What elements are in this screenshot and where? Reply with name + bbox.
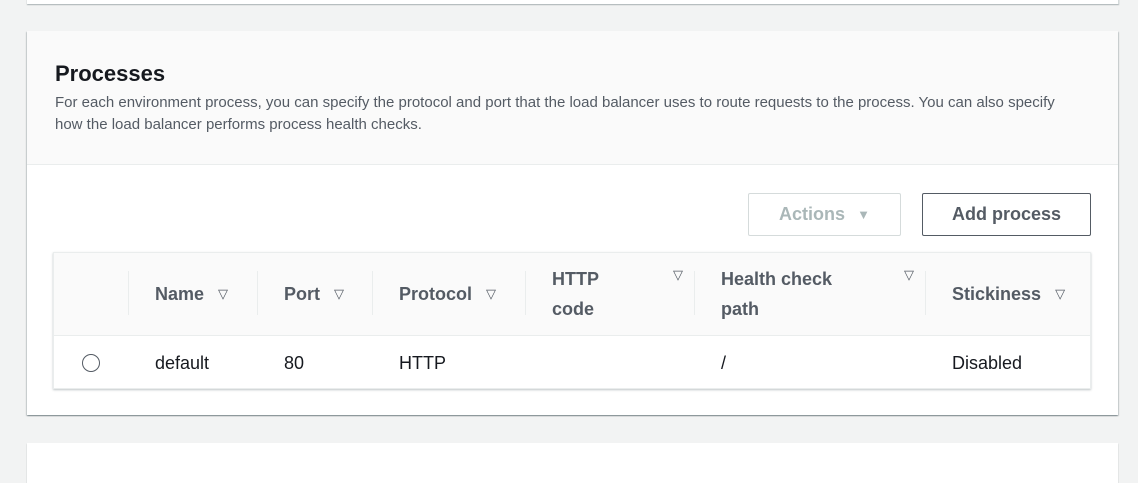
cell-protocol: HTTP (399, 352, 446, 373)
column-header-stickiness[interactable]: Stickiness ▽ (925, 253, 1090, 335)
column-header-label: HTTP code (552, 269, 599, 319)
panel-description: For each environment process, you can sp… (55, 94, 1055, 133)
column-header-label: Protocol (399, 284, 473, 304)
add-process-button[interactable]: Add process (922, 193, 1091, 236)
panel-header: Processes For each environment process, … (27, 31, 1118, 165)
column-header-health-check-path[interactable]: Health check path ▽ (694, 253, 925, 335)
column-header-protocol[interactable]: Protocol ▽ (372, 253, 525, 335)
column-header-label: Health check path (721, 269, 833, 319)
column-header-label: Port (284, 284, 320, 304)
next-section-card (27, 443, 1118, 483)
caret-down-icon: ▼ (857, 207, 870, 222)
add-process-label: Add process (951, 204, 1062, 224)
radio-unchecked-icon[interactable] (82, 354, 100, 372)
column-header-http-code[interactable]: HTTP code ▽ (525, 253, 694, 335)
table-header: Name ▽ Port ▽ Protocol ▽ HTTP code ▽ Hea (54, 253, 1090, 336)
column-header-label: Stickiness (952, 284, 1042, 304)
column-header-select (54, 253, 128, 335)
column-header-port[interactable]: Port ▽ (257, 253, 372, 335)
sort-triangle-down-icon[interactable]: ▽ (1055, 286, 1065, 302)
table-row[interactable]: default 80 HTTP / Disabled (54, 336, 1090, 390)
sort-triangle-down-icon[interactable]: ▽ (486, 286, 496, 302)
processes-panel: Processes For each environment process, … (27, 31, 1118, 415)
previous-section-card (27, 0, 1119, 4)
column-header-name[interactable]: Name ▽ (128, 253, 257, 335)
sort-triangle-down-icon[interactable]: ▽ (218, 286, 228, 302)
sort-triangle-down-icon[interactable]: ▽ (334, 286, 344, 302)
cell-stickiness: Disabled (952, 352, 1023, 373)
panel-title: Processes (55, 61, 166, 86)
cell-health-check-path: / (721, 352, 727, 373)
cell-name: default (155, 352, 210, 373)
row-select-cell (82, 336, 100, 390)
processes-table: Name ▽ Port ▽ Protocol ▽ HTTP code ▽ Hea (53, 252, 1091, 389)
sort-triangle-down-icon[interactable]: ▽ (904, 267, 914, 283)
actions-label: Actions (779, 204, 846, 224)
cell-port: 80 (284, 352, 305, 373)
toolbar: Actions ▼ Add process (748, 193, 1091, 236)
column-header-label: Name (155, 284, 205, 304)
sort-triangle-down-icon[interactable]: ▽ (673, 267, 683, 283)
actions-dropdown-button[interactable]: Actions ▼ (748, 193, 901, 236)
